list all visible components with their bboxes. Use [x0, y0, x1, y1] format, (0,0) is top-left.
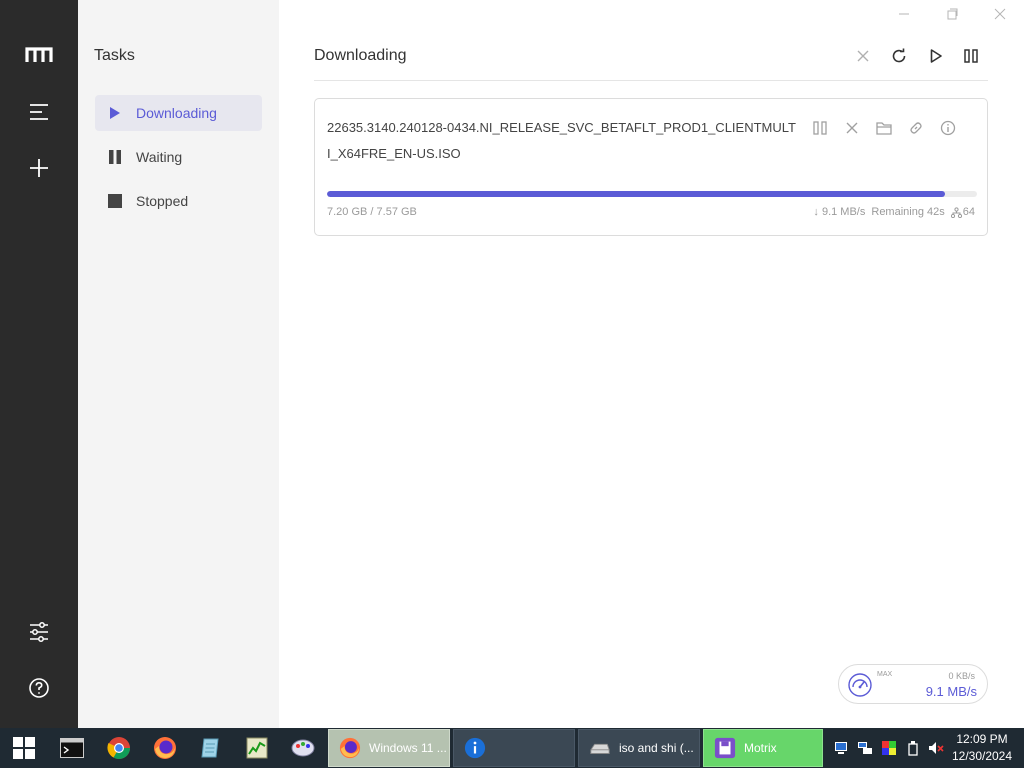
play-icon: [108, 106, 122, 120]
tray-display-icon[interactable]: [833, 740, 849, 756]
page-title: Downloading: [314, 47, 407, 64]
refresh-icon[interactable]: [888, 45, 910, 67]
sidebar-item-label: Stopped: [136, 193, 189, 209]
maximize-icon[interactable]: [942, 4, 962, 24]
sidebar-item-label: Downloading: [136, 105, 217, 121]
download-speed: ↓ 9.1 MB/s: [813, 206, 866, 218]
taskbar-app-label: iso and shi (...: [619, 741, 694, 755]
clock-date: 12/30/2024: [951, 749, 1013, 763]
clock-time: 12:09 PM: [956, 732, 1008, 746]
add-task-icon[interactable]: [24, 153, 54, 183]
terminal-icon[interactable]: [58, 734, 86, 762]
chrome-icon[interactable]: [105, 734, 133, 762]
taskbar-app-firefox[interactable]: Windows 11 ...: [328, 729, 450, 767]
task-card[interactable]: 22635.3140.240128-0434.NI_RELEASE_SVC_BE…: [314, 98, 988, 236]
task-size: 7.20 GB / 7.57 GB: [327, 206, 417, 218]
speedometer-icon: [848, 673, 872, 697]
motrix-logo-icon[interactable]: [24, 40, 54, 70]
tray-volume-muted-icon[interactable]: [928, 740, 944, 756]
remaining-time: Remaining 42s: [871, 206, 945, 218]
start-button-icon[interactable]: [10, 734, 38, 762]
preferences-icon[interactable]: [24, 617, 54, 647]
resume-all-icon[interactable]: [925, 45, 947, 67]
header-divider: [314, 80, 988, 81]
connections-icon: [950, 206, 962, 218]
help-icon[interactable]: [24, 673, 54, 703]
stop-icon: [108, 194, 122, 208]
task-filename: 22635.3140.240128-0434.NI_RELEASE_SVC_BE…: [327, 120, 796, 161]
motrix-app-icon: [714, 737, 736, 759]
sidebar-item-waiting[interactable]: Waiting: [95, 139, 262, 175]
delete-icon[interactable]: [852, 45, 874, 67]
pause-all-icon[interactable]: [960, 45, 982, 67]
sidebar-item-downloading[interactable]: Downloading: [95, 95, 262, 131]
taskbar-app-label: Windows 11 ...: [369, 741, 447, 755]
firefox-icon[interactable]: [151, 734, 179, 762]
folder-icon[interactable]: [875, 119, 893, 137]
speed-meter[interactable]: MAX 0 KB/s 9.1 MB/s: [838, 664, 988, 704]
link-icon[interactable]: [907, 119, 925, 137]
paint-icon[interactable]: [289, 734, 317, 762]
task-stats: ↓ 9.1 MB/s Remaining 42s 64: [813, 206, 975, 218]
taskbar-app-info[interactable]: [453, 729, 575, 767]
task-manager-icon[interactable]: [243, 734, 271, 762]
task-list-icon[interactable]: [24, 97, 54, 127]
taskbar-app-motrix[interactable]: Motrix: [703, 729, 823, 767]
tray-usb-icon[interactable]: [905, 740, 921, 756]
task-sidebar: Tasks Downloading Waiting Stopped: [78, 0, 279, 728]
taskbar-app-label: Motrix: [744, 741, 777, 755]
connections-count: 64: [962, 206, 975, 218]
firefox-icon: [339, 737, 361, 759]
system-clock[interactable]: 12:09 PM 12/30/2024: [950, 731, 1014, 765]
progress-fill: [327, 191, 946, 197]
tray-color-icon[interactable]: [881, 740, 897, 756]
tray-network-icon[interactable]: [857, 740, 873, 756]
drive-icon: [590, 743, 610, 754]
sidebar-title: Tasks: [94, 47, 135, 64]
progress-bar: [327, 191, 977, 197]
speed-max-label: MAX: [877, 671, 893, 678]
notepad-icon[interactable]: [197, 734, 225, 762]
pause-icon: [108, 150, 122, 164]
close-window-icon[interactable]: [990, 4, 1010, 24]
sidebar-item-stopped[interactable]: Stopped: [95, 183, 262, 219]
connections: 64: [950, 206, 975, 218]
info-app-icon: [464, 737, 486, 759]
upload-speed: 0 KB/s: [948, 671, 975, 681]
info-icon[interactable]: [939, 119, 957, 137]
taskbar: Windows 11 ... iso and shi (... Motrix 1…: [0, 728, 1024, 768]
minimize-icon[interactable]: [894, 4, 914, 24]
pause-task-icon[interactable]: [811, 119, 829, 137]
nav-rail: [0, 0, 78, 728]
taskbar-app-drive[interactable]: iso and shi (...: [578, 729, 700, 767]
remove-task-icon[interactable]: [843, 119, 861, 137]
total-download-speed: 9.1 MB/s: [925, 684, 977, 699]
sidebar-item-label: Waiting: [136, 149, 183, 165]
